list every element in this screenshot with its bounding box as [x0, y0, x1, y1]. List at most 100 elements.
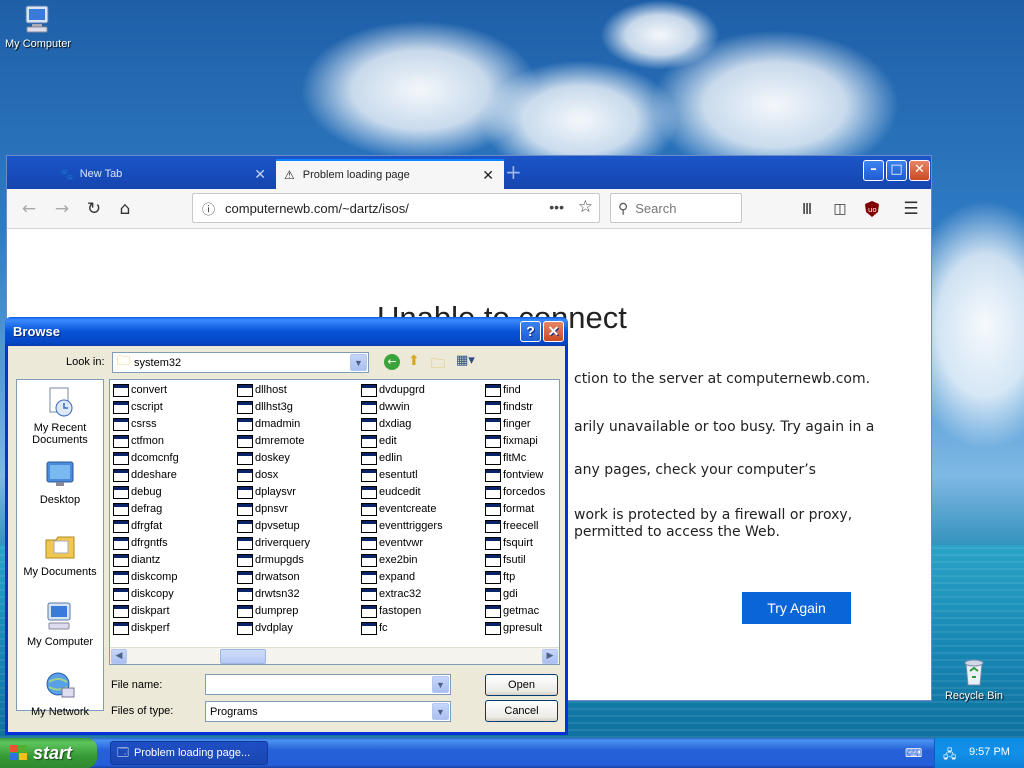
- file-item[interactable]: defrag: [113, 501, 162, 517]
- file-item[interactable]: fltMc: [485, 450, 526, 466]
- file-item[interactable]: expand: [361, 569, 415, 585]
- minimize-button[interactable]: –: [863, 160, 884, 181]
- scroll-thumb[interactable]: [220, 649, 266, 664]
- file-item[interactable]: eventtriggers: [361, 518, 443, 534]
- file-item[interactable]: edit: [361, 433, 397, 449]
- file-item[interactable]: ddeshare: [113, 467, 177, 483]
- file-item[interactable]: cscript: [113, 399, 163, 415]
- search-bar[interactable]: ⚲ Search: [610, 193, 742, 223]
- close-tab-icon[interactable]: ✕: [254, 166, 266, 183]
- file-item[interactable]: fastopen: [361, 603, 421, 619]
- file-list[interactable]: ◀ ▶ convert cscript csrss ctfmon dcomcnfg dde…: [109, 379, 560, 665]
- home-icon[interactable]: ⌂: [114, 198, 136, 220]
- file-item[interactable]: gdi: [485, 586, 518, 602]
- reload-icon[interactable]: ↻: [83, 198, 105, 220]
- file-item[interactable]: dfrgntfs: [113, 535, 168, 551]
- desktop-icon-recycle-bin[interactable]: Recycle Bin: [936, 655, 1012, 702]
- place-my-computer[interactable]: My Computer: [17, 600, 103, 648]
- network-tray-icon[interactable]: 🖧: [943, 745, 956, 766]
- close-dialog-button[interactable]: ✕: [543, 321, 564, 342]
- file-item[interactable]: fsquirt: [485, 535, 533, 551]
- file-item[interactable]: dmadmin: [237, 416, 300, 432]
- file-item[interactable]: fontview: [485, 467, 543, 483]
- file-item[interactable]: csrss: [113, 416, 157, 432]
- file-item[interactable]: eventcreate: [361, 501, 436, 517]
- file-item[interactable]: fc: [361, 620, 388, 636]
- files-of-type-dropdown[interactable]: Programs ▼: [205, 701, 451, 722]
- file-name-input[interactable]: ▼: [205, 674, 451, 695]
- file-item[interactable]: extrac32: [361, 586, 421, 602]
- file-item[interactable]: diskpart: [113, 603, 170, 619]
- try-again-button[interactable]: Try Again: [742, 592, 851, 624]
- file-item[interactable]: dllhst3g: [237, 399, 293, 415]
- forward-icon[interactable]: →: [51, 198, 73, 220]
- tab-new-tab[interactable]: 🐾 New Tab ✕: [50, 159, 276, 189]
- desktop-icon-my-computer[interactable]: My Computer: [0, 3, 76, 50]
- file-item[interactable]: fixmapi: [485, 433, 538, 449]
- file-item[interactable]: edlin: [361, 450, 402, 466]
- file-item[interactable]: drmupgds: [237, 552, 304, 568]
- file-item[interactable]: dumprep: [237, 603, 298, 619]
- cancel-button[interactable]: Cancel: [485, 700, 558, 722]
- file-item[interactable]: dcomcnfg: [113, 450, 179, 466]
- file-item[interactable]: eventvwr: [361, 535, 423, 551]
- file-item[interactable]: getmac: [485, 603, 539, 619]
- bookmark-star-icon[interactable]: ☆: [578, 197, 593, 217]
- scroll-left-icon[interactable]: ◀: [111, 649, 127, 664]
- file-item[interactable]: dosx: [237, 467, 278, 483]
- close-button[interactable]: ✕: [909, 160, 930, 181]
- file-item[interactable]: dpvsetup: [237, 518, 300, 534]
- file-item[interactable]: dwwin: [361, 399, 410, 415]
- file-item[interactable]: diantz: [113, 552, 160, 568]
- file-item[interactable]: drwtsn32: [237, 586, 300, 602]
- file-item[interactable]: findstr: [485, 399, 533, 415]
- file-item[interactable]: dfrgfat: [113, 518, 162, 534]
- chevron-down-icon[interactable]: ▼: [432, 676, 449, 693]
- help-button[interactable]: ?: [520, 321, 541, 342]
- file-item[interactable]: dxdiag: [361, 416, 411, 432]
- place-my-documents[interactable]: My Documents: [17, 530, 103, 578]
- tab-problem-loading[interactable]: ⚠ Problem loading page ✕: [276, 159, 504, 189]
- look-in-dropdown[interactable]: 🗀 system32 ▼: [112, 352, 369, 373]
- place-desktop[interactable]: Desktop: [17, 458, 103, 506]
- keyboard-icon[interactable]: ⌨: [905, 746, 922, 760]
- page-actions-icon[interactable]: •••: [549, 199, 564, 215]
- file-item[interactable]: driverquery: [237, 535, 310, 551]
- place-my-network[interactable]: My Network: [17, 670, 103, 718]
- file-item[interactable]: finger: [485, 416, 531, 432]
- scroll-right-icon[interactable]: ▶: [542, 649, 558, 664]
- file-item[interactable]: diskcomp: [113, 569, 177, 585]
- file-item[interactable]: dllhost: [237, 382, 287, 398]
- file-item[interactable]: dvdplay: [237, 620, 293, 636]
- file-item[interactable]: format: [485, 501, 534, 517]
- file-item[interactable]: freecell: [485, 518, 538, 534]
- file-item[interactable]: dmremote: [237, 433, 305, 449]
- menu-icon[interactable]: ☰: [900, 198, 922, 220]
- sidebar-icon[interactable]: ◫: [829, 198, 851, 220]
- file-item[interactable]: eudcedit: [361, 484, 421, 500]
- file-item[interactable]: esentutl: [361, 467, 418, 483]
- taskbar-item-browser[interactable]: 🗔 Problem loading page...: [110, 741, 268, 765]
- new-folder-icon[interactable]: 🗀: [431, 353, 445, 377]
- file-item[interactable]: doskey: [237, 450, 290, 466]
- file-item[interactable]: dvdupgrd: [361, 382, 425, 398]
- start-button[interactable]: start: [0, 738, 97, 768]
- file-item[interactable]: convert: [113, 382, 167, 398]
- open-button[interactable]: Open: [485, 674, 558, 696]
- chevron-down-icon[interactable]: ▼: [432, 703, 449, 720]
- file-item[interactable]: ctfmon: [113, 433, 164, 449]
- file-item[interactable]: drwatson: [237, 569, 300, 585]
- up-folder-icon[interactable]: ⬆: [408, 353, 420, 369]
- file-item[interactable]: ftp: [485, 569, 515, 585]
- views-menu-icon[interactable]: ▦▾: [456, 353, 475, 368]
- ublock-icon[interactable]: uo: [861, 198, 883, 220]
- close-tab-icon[interactable]: ✕: [482, 167, 494, 184]
- horizontal-scrollbar[interactable]: ◀ ▶: [110, 647, 559, 664]
- file-item[interactable]: diskperf: [113, 620, 170, 636]
- file-item[interactable]: find: [485, 382, 521, 398]
- file-item[interactable]: forcedos: [485, 484, 545, 500]
- library-icon[interactable]: Ⅲ: [796, 198, 818, 220]
- back-green-icon[interactable]: ←: [384, 354, 400, 370]
- file-item[interactable]: fsutil: [485, 552, 526, 568]
- maximize-button[interactable]: □: [886, 160, 907, 181]
